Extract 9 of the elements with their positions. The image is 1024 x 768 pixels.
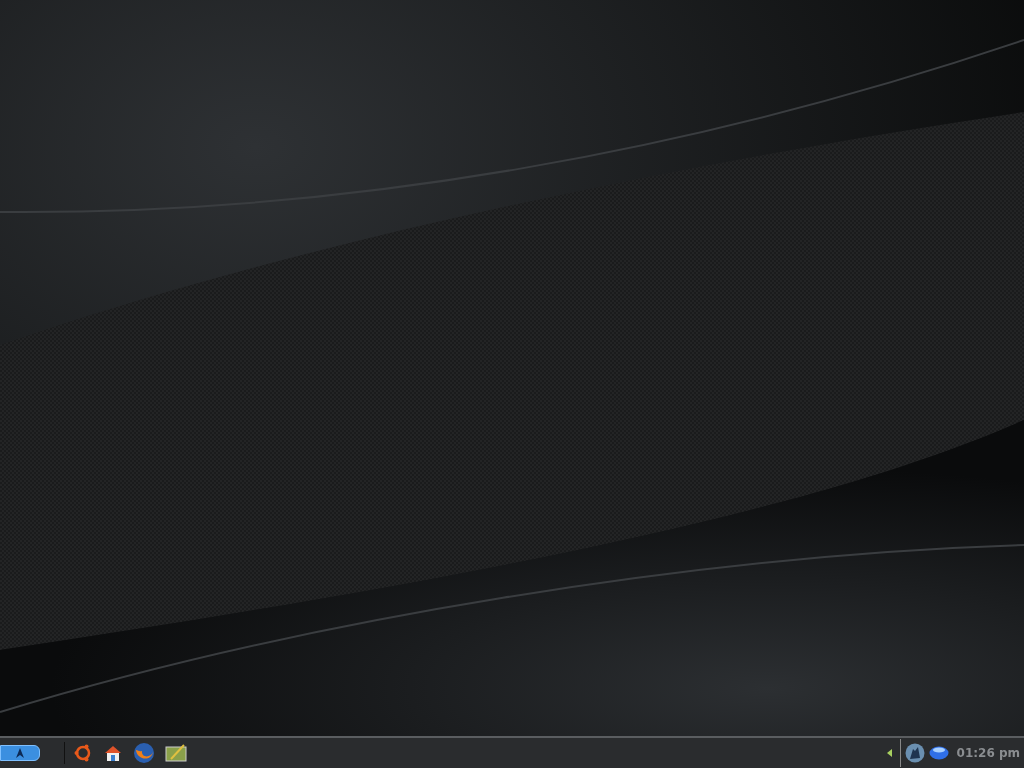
- glossy-orb-icon[interactable]: [928, 746, 949, 760]
- menu-button[interactable]: [0, 745, 40, 761]
- clock[interactable]: 01:26 pm: [956, 744, 1020, 762]
- letter-a-icon: [15, 748, 25, 758]
- arrow-left-icon[interactable]: [886, 749, 892, 757]
- screen-pencil-icon[interactable]: [165, 744, 187, 762]
- home-icon[interactable]: [103, 743, 123, 763]
- browser-icon[interactable]: [133, 742, 155, 764]
- circle-of-friends-icon[interactable]: [73, 743, 93, 763]
